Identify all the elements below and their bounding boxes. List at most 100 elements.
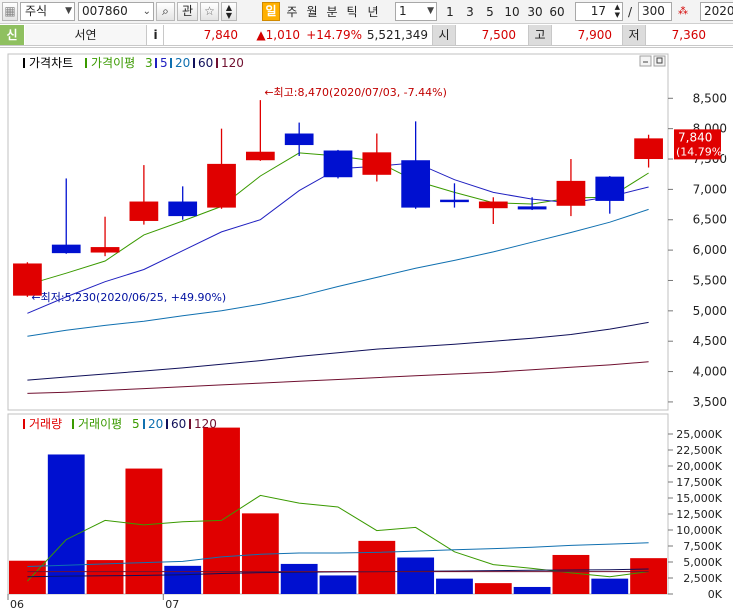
legend-marker	[23, 58, 25, 68]
tab-tick[interactable]: 틱	[343, 3, 361, 21]
low-label: 저	[622, 25, 646, 45]
volume-bar	[47, 454, 85, 594]
interval-5-label: 5	[486, 5, 494, 19]
date-value: 2020/	[704, 4, 733, 18]
interval-30-button[interactable]: 30	[525, 3, 545, 21]
legend-price-chart: 가격차트	[29, 56, 73, 70]
volume-bar	[319, 575, 357, 594]
open-price: 7,500	[458, 25, 520, 45]
candle-body	[517, 206, 547, 210]
tab-day[interactable]: 일	[262, 2, 280, 21]
grid-icon[interactable]: ▦	[2, 2, 18, 21]
interval-10-button[interactable]: 10	[502, 3, 522, 21]
date-input[interactable]: 2020/	[700, 2, 733, 21]
volume-bar	[280, 563, 318, 594]
legend-ma5: 5	[160, 56, 168, 70]
legend-marker	[155, 58, 157, 68]
arrow-down-icon: ▼	[225, 11, 233, 20]
interval-60-button[interactable]: 60	[547, 3, 567, 21]
quote-bar: 신 서연 i 7,840 ▲1,010 +14.79% 5,521,349 시 …	[0, 25, 733, 46]
open-price-value: 7,500	[481, 28, 516, 42]
candle-body	[284, 133, 314, 146]
search-button[interactable]: ⌕	[156, 2, 175, 21]
tab-tick-label: 틱	[346, 5, 358, 19]
chevron-down-icon: ⌄	[142, 6, 151, 17]
volume-bar	[474, 583, 512, 594]
price-axis-label: 5,000	[693, 304, 727, 318]
legend-price-ma: 가격이평	[91, 56, 135, 70]
volume-axis-label: 5,000K	[683, 556, 722, 569]
trade-volume: 5,521,349	[364, 25, 428, 45]
legend-marker	[193, 58, 195, 68]
high-label-text: 고	[534, 28, 546, 42]
candle-body	[245, 151, 275, 161]
tab-month-label: 월	[306, 5, 318, 19]
price-axis-label: 4,500	[693, 334, 727, 348]
slash-label: /	[627, 5, 633, 19]
interval-3-button[interactable]: 3	[462, 3, 478, 21]
total-value: 300	[642, 4, 665, 18]
market-select[interactable]: 주식 ▼	[20, 2, 75, 21]
legend-volume: 거래량	[29, 417, 62, 431]
minimize-pane-button[interactable]	[639, 55, 652, 67]
candle-body	[595, 176, 625, 201]
total-input[interactable]: 300	[638, 2, 672, 21]
credit-badge-label: 신	[6, 28, 18, 42]
info-button[interactable]: i	[148, 25, 164, 45]
count-stepper[interactable]: 17 ▲ ▼	[575, 2, 623, 21]
trade-volume-value: 5,521,349	[366, 28, 428, 42]
tab-year[interactable]: 년	[364, 3, 382, 21]
price-axis-label: 8,500	[693, 91, 727, 105]
price-change-value: ▲1,010	[256, 28, 300, 42]
tab-month[interactable]: 월	[303, 3, 321, 21]
last-price-label: 7,840	[678, 130, 712, 144]
volume-axis-label: 17,500K	[676, 476, 722, 489]
legend-marker	[143, 419, 145, 429]
volume-bar	[86, 560, 124, 594]
candle-body	[51, 244, 81, 254]
volume-bar	[591, 578, 629, 594]
volume-axis-label: 22,500K	[676, 444, 722, 457]
candle-body	[440, 199, 469, 203]
tab-week[interactable]: 주	[283, 3, 301, 21]
high-label: 고	[528, 25, 552, 45]
star-icon: ☆	[204, 4, 215, 18]
interval-5-button[interactable]: 5	[482, 3, 498, 21]
chart-area: 가격차트 가격이평 3 5 20 60 120 거래량 거래이평 5 20 60…	[0, 47, 733, 611]
stock-name-label: 서연	[74, 28, 97, 42]
price-legend: 가격차트 가격이평 3 5 20 60 120	[23, 56, 244, 70]
interval-60-label: 60	[549, 5, 565, 19]
candle-body	[90, 247, 120, 253]
last-pct-label: (14.79%)	[676, 145, 727, 158]
x-axis-label: 06	[10, 598, 24, 611]
favorite-button[interactable]: ☆	[200, 2, 219, 21]
legend-marker	[72, 419, 74, 429]
price-axis-label: 5,500	[693, 273, 727, 287]
interval-1-button[interactable]: 1	[442, 3, 458, 21]
period-settings-icon[interactable]: ⁂	[674, 3, 692, 21]
tab-minute[interactable]: 분	[323, 3, 341, 21]
legend-volume-ma: 거래이평	[78, 417, 122, 431]
chevron-down-icon: ▼	[65, 6, 72, 16]
stock-chart-svg: 가격차트 가격이평 3 5 20 60 120 거래량 거래이평 5 20 60…	[7, 53, 727, 611]
candle-body	[168, 201, 198, 217]
stock-code-input[interactable]: 007860 ⌄	[78, 2, 154, 21]
volume-axis-label: 20,000K	[676, 460, 722, 473]
candle-body	[207, 163, 236, 208]
market-select-label: 주식	[25, 4, 48, 18]
open-label-text: 시	[438, 28, 450, 42]
candle-body	[634, 138, 663, 160]
legend-marker	[189, 419, 191, 429]
stock-stepper[interactable]: ▲ ▼	[221, 2, 237, 21]
price-pane	[7, 53, 669, 411]
chevron-down-icon: ▼	[427, 6, 434, 16]
interval-10-label: 10	[504, 5, 520, 19]
interval-select[interactable]: 1 ▼	[395, 2, 437, 21]
watch-button-label: 관	[181, 4, 194, 18]
watch-button[interactable]: 관	[177, 2, 198, 21]
tab-year-label: 년	[367, 5, 379, 19]
volume-bar	[513, 586, 551, 594]
interval-3-label: 3	[466, 5, 474, 19]
interval-1-label: 1	[446, 5, 454, 19]
volume-bar	[436, 578, 473, 594]
